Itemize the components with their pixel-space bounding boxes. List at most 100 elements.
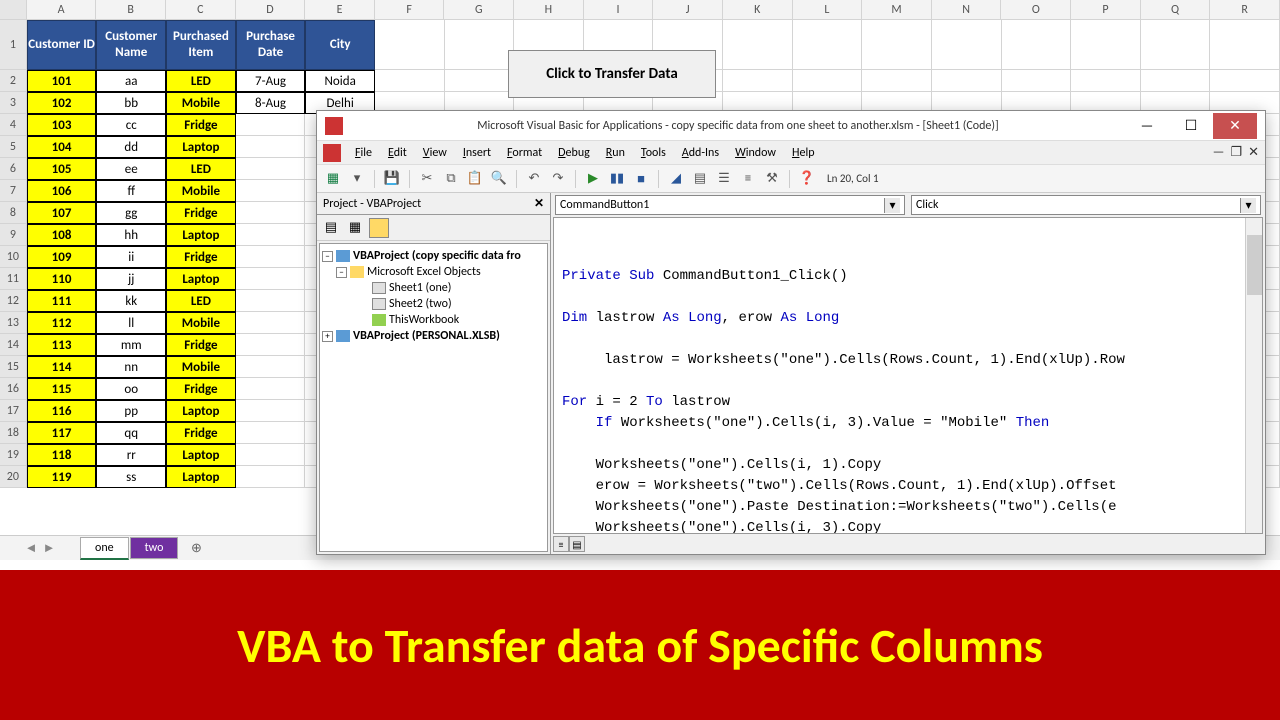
close-button[interactable]: ✕ <box>1213 113 1257 139</box>
cell[interactable] <box>236 378 306 400</box>
row-number[interactable]: 2 <box>0 70 27 92</box>
menu-debug[interactable]: Debug <box>552 144 596 162</box>
code-line[interactable]: Worksheets("one").Cells(i, 3).Copy <box>562 518 1254 534</box>
cell[interactable] <box>793 70 863 92</box>
cell[interactable]: Fridge <box>166 114 236 136</box>
row-number[interactable]: 8 <box>0 202 27 224</box>
tab-nav-prev-icon[interactable]: ◄ <box>24 541 38 555</box>
cell[interactable]: 108 <box>27 224 97 246</box>
table-header-cell[interactable]: Customer Name <box>96 20 166 70</box>
properties-icon[interactable]: ☰ <box>714 169 734 189</box>
cell[interactable]: 115 <box>27 378 97 400</box>
child-restore-icon[interactable]: ❐ <box>1230 145 1242 160</box>
cell[interactable]: Mobile <box>166 312 236 334</box>
column-header[interactable]: F <box>375 0 445 19</box>
object-selector[interactable]: CommandButton1▾ <box>555 195 905 215</box>
cell[interactable]: Laptop <box>166 136 236 158</box>
cell[interactable]: pp <box>96 400 166 422</box>
save-icon[interactable]: 💾 <box>382 169 402 189</box>
code-line[interactable] <box>562 329 1254 350</box>
row-number[interactable]: 7 <box>0 180 27 202</box>
cell[interactable]: Laptop <box>166 444 236 466</box>
column-header[interactable]: E <box>305 0 375 19</box>
row-number[interactable]: 15 <box>0 356 27 378</box>
cell[interactable]: ff <box>96 180 166 202</box>
cell[interactable]: 104 <box>27 136 97 158</box>
row-number[interactable]: 20 <box>0 466 27 488</box>
cell[interactable] <box>236 180 306 202</box>
row-number[interactable]: 1 <box>0 20 27 70</box>
cell[interactable] <box>723 20 793 70</box>
cell[interactable] <box>932 20 1002 70</box>
column-header[interactable]: N <box>932 0 1002 19</box>
stop-icon[interactable]: ■ <box>631 169 651 189</box>
column-header[interactable]: R <box>1210 0 1280 19</box>
cell[interactable]: Laptop <box>166 224 236 246</box>
procedure-selector[interactable]: Click▾ <box>911 195 1261 215</box>
menu-insert[interactable]: Insert <box>457 144 497 162</box>
column-header[interactable]: K <box>723 0 793 19</box>
cell[interactable]: Laptop <box>166 400 236 422</box>
row-number[interactable]: 3 <box>0 92 27 114</box>
cell[interactable] <box>236 290 306 312</box>
column-header[interactable]: C <box>166 0 236 19</box>
menu-help[interactable]: Help <box>786 144 821 162</box>
cell[interactable] <box>236 158 306 180</box>
cell[interactable]: dd <box>96 136 166 158</box>
row-number[interactable]: 4 <box>0 114 27 136</box>
cell[interactable]: hh <box>96 224 166 246</box>
menu-window[interactable]: Window <box>729 144 782 162</box>
project-explorer-close-icon[interactable]: ✕ <box>534 196 544 211</box>
procedure-view-icon[interactable]: ≡ <box>553 536 569 552</box>
cell[interactable]: ee <box>96 158 166 180</box>
cell[interactable]: 105 <box>27 158 97 180</box>
cell[interactable]: 107 <box>27 202 97 224</box>
tree-thisworkbook[interactable]: ThisWorkbook <box>389 313 459 327</box>
cell[interactable] <box>862 70 932 92</box>
row-number[interactable]: 5 <box>0 136 27 158</box>
cell[interactable] <box>445 70 515 92</box>
undo-icon[interactable]: ↶ <box>524 169 544 189</box>
cell[interactable] <box>236 422 306 444</box>
tree-folder-objects[interactable]: Microsoft Excel Objects <box>367 265 481 279</box>
row-number[interactable]: 18 <box>0 422 27 444</box>
cell[interactable]: 111 <box>27 290 97 312</box>
pause-icon[interactable]: ▮▮ <box>607 169 627 189</box>
cell[interactable] <box>862 20 932 70</box>
row-number[interactable]: 16 <box>0 378 27 400</box>
cell[interactable] <box>375 20 445 70</box>
help-icon[interactable]: ❓ <box>797 169 817 189</box>
copy-icon[interactable]: ⧉ <box>441 169 461 189</box>
row-number[interactable]: 9 <box>0 224 27 246</box>
cell[interactable]: mm <box>96 334 166 356</box>
excel-icon[interactable]: ▦ <box>323 169 343 189</box>
cell[interactable]: Fridge <box>166 334 236 356</box>
code-line[interactable] <box>562 287 1254 308</box>
cell[interactable]: 109 <box>27 246 97 268</box>
tree-sheet2[interactable]: Sheet2 (two) <box>389 297 452 311</box>
cell[interactable] <box>445 20 515 70</box>
menu-add-ins[interactable]: Add-Ins <box>676 144 725 162</box>
cell[interactable]: 8-Aug <box>236 92 306 114</box>
row-number[interactable]: 6 <box>0 158 27 180</box>
cell[interactable] <box>1071 70 1141 92</box>
row-number[interactable]: 11 <box>0 268 27 290</box>
column-header[interactable]: I <box>584 0 654 19</box>
cell[interactable]: Mobile <box>166 92 236 114</box>
cell[interactable] <box>236 400 306 422</box>
cell[interactable] <box>236 202 306 224</box>
code-line[interactable]: lastrow = Worksheets("one").Cells(Rows.C… <box>562 350 1254 371</box>
row-number[interactable]: 13 <box>0 312 27 334</box>
code-line[interactable]: For i = 2 To lastrow <box>562 392 1254 413</box>
cell[interactable]: 102 <box>27 92 97 114</box>
dropdown-icon[interactable]: ▾ <box>1240 198 1256 213</box>
menu-format[interactable]: Format <box>501 144 548 162</box>
column-header[interactable]: G <box>444 0 514 19</box>
column-header[interactable]: Q <box>1141 0 1211 19</box>
cell[interactable] <box>236 224 306 246</box>
code-line[interactable] <box>562 371 1254 392</box>
cell[interactable]: LED <box>166 158 236 180</box>
row-number[interactable]: 14 <box>0 334 27 356</box>
tab-nav-next-icon[interactable]: ► <box>42 541 56 555</box>
cell[interactable]: 119 <box>27 466 97 488</box>
